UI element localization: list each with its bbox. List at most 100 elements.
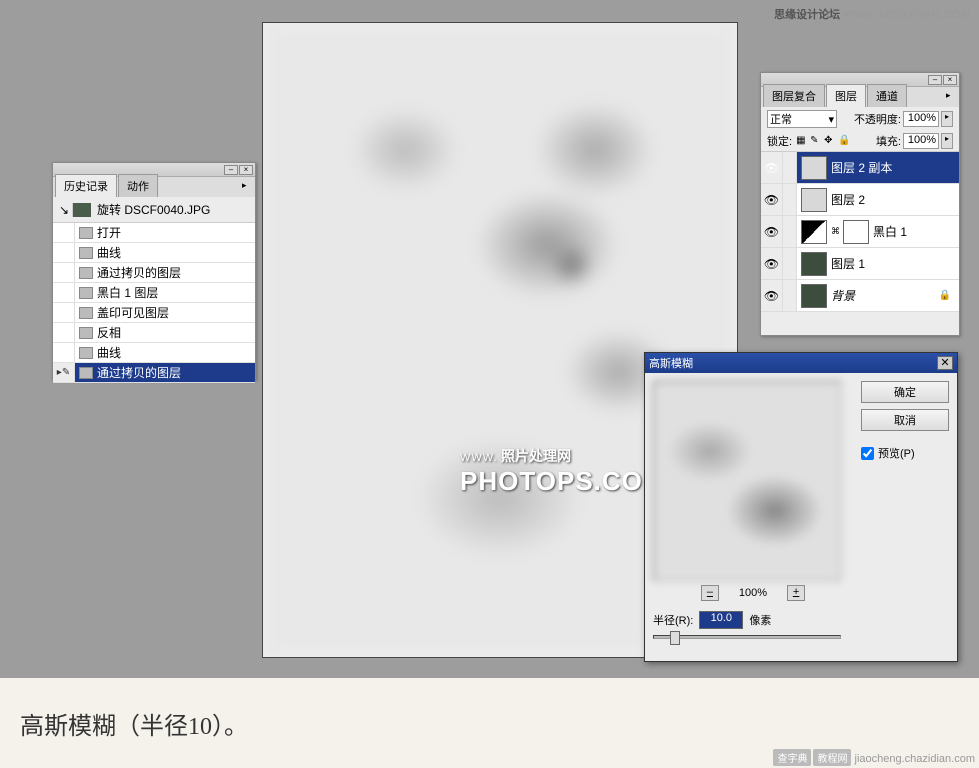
close-icon[interactable]: ✕ [937, 356, 953, 370]
lock-position-icon[interactable]: ✥ [824, 135, 836, 147]
opacity-input[interactable]: 100% [903, 111, 939, 127]
layer-item[interactable]: 👁 图层 2 [761, 184, 959, 216]
history-item[interactable]: 曲线 [53, 343, 255, 363]
layer-thumb-icon [801, 188, 827, 212]
cancel-button[interactable]: 取消 [861, 409, 949, 431]
history-item[interactable]: 打开 [53, 223, 255, 243]
lock-label: 锁定: [767, 133, 792, 149]
history-state-col[interactable] [53, 283, 75, 302]
history-step-icon [79, 367, 93, 379]
workspace: 思缘设计论坛 WWW.MISSYUAN.COM WWW. 照片处理网 PHOTO… [0, 0, 979, 678]
top-watermark: 思缘设计论坛 WWW.MISSYUAN.COM [774, 6, 971, 22]
close-icon[interactable]: × [943, 75, 957, 85]
history-state-col[interactable]: ▸✎ [53, 363, 75, 382]
visibility-toggle[interactable]: 👁 [761, 248, 783, 279]
radius-input[interactable]: 10.0 [699, 611, 743, 629]
history-step-icon [79, 247, 93, 259]
layer-item[interactable]: 👁 图层 2 副本 [761, 152, 959, 184]
canvas-watermark: WWW. 照片处理网 PHOTOPS.COM [460, 446, 666, 497]
history-state-col[interactable] [53, 223, 75, 242]
fill-input[interactable]: 100% [903, 133, 939, 149]
close-icon[interactable]: × [239, 165, 253, 175]
visibility-toggle[interactable]: 👁 [761, 152, 783, 183]
history-state-col[interactable] [53, 263, 75, 282]
lock-icon: 🔒 [939, 290, 951, 301]
layer-name: 图层 2 副本 [831, 159, 892, 176]
layers-tabs: 图层复合 图层 通道 [761, 87, 959, 107]
visibility-toggle[interactable]: 👁 [761, 184, 783, 215]
history-item[interactable]: 曲线 [53, 243, 255, 263]
dialog-titlebar[interactable]: 高斯模糊 ✕ [645, 353, 957, 373]
slider-thumb[interactable] [670, 631, 680, 645]
history-item[interactable]: 通过拷贝的图层 [53, 263, 255, 283]
lock-all-icon[interactable]: 🔒 [838, 135, 850, 147]
preview-checkbox[interactable] [861, 447, 874, 460]
history-state-col[interactable] [53, 303, 75, 322]
fill-flyout-icon[interactable]: ▸ [941, 133, 953, 149]
link-col[interactable] [783, 280, 797, 311]
preview-checkbox-label[interactable]: 预览(P) [861, 445, 949, 461]
link-col[interactable] [783, 216, 797, 247]
link-col[interactable] [783, 184, 797, 215]
minimize-icon[interactable]: – [224, 165, 238, 175]
link-chain-icon[interactable]: ⌘ [831, 226, 839, 237]
tab-channels[interactable]: 通道 [867, 84, 907, 107]
history-list: 打开曲线通过拷贝的图层黑白 1 图层盖印可见图层反相曲线▸✎通过拷贝的图层 [53, 223, 255, 383]
lock-row: 锁定: ▦ ✎ ✥ 🔒 填充: 100% ▸ [761, 131, 959, 152]
history-item-label: 黑白 1 图层 [97, 284, 158, 301]
link-col[interactable] [783, 248, 797, 279]
layer-mask-thumb-icon [843, 220, 869, 244]
tab-layer-comps[interactable]: 图层复合 [763, 84, 825, 107]
history-item-label: 曲线 [97, 344, 121, 361]
history-item[interactable]: ▸✎ 通过拷贝的图层 [53, 363, 255, 383]
history-state-col[interactable] [53, 243, 75, 262]
lock-transparency-icon[interactable]: ▦ [796, 135, 808, 147]
eye-icon: 👁 [764, 257, 779, 271]
layer-name: 图层 2 [831, 191, 865, 208]
layer-thumb-icon [801, 156, 827, 180]
blend-mode-select[interactable]: 正常 ▾ [767, 110, 837, 128]
ok-button[interactable]: 确定 [861, 381, 949, 403]
opacity-label: 不透明度: [854, 111, 901, 127]
opacity-flyout-icon[interactable]: ▸ [941, 111, 953, 127]
history-item-label: 通过拷贝的图层 [97, 364, 181, 381]
gaussian-blur-dialog: 高斯模糊 ✕ – 100% + 半径(R): 10.0 像素 [644, 352, 958, 662]
visibility-toggle[interactable]: 👁 [761, 280, 783, 311]
layers-list: 👁 图层 2 副本 👁 图层 2 👁 ⌘ 黑白 1 👁 图层 1 👁背景🔒 [761, 152, 959, 312]
tutorial-caption: 高斯模糊（半径10）。 [20, 706, 248, 741]
tab-actions[interactable]: 动作 [118, 174, 158, 197]
history-item[interactable]: 反相 [53, 323, 255, 343]
radius-label: 半径(R): [653, 612, 693, 628]
tab-history[interactable]: 历史记录 [55, 174, 117, 197]
history-item-label: 打开 [97, 224, 121, 241]
panel-menu-icon[interactable]: ▸ [242, 180, 252, 190]
history-item-label: 曲线 [97, 244, 121, 261]
history-state-col[interactable] [53, 323, 75, 342]
snapshot-marker[interactable]: ↘ [59, 203, 73, 217]
layer-item[interactable]: 👁背景🔒 [761, 280, 959, 312]
history-item[interactable]: 黑白 1 图层 [53, 283, 255, 303]
history-snapshot[interactable]: ↘ 旋转 DSCF0040.JPG [53, 197, 255, 223]
tab-layers[interactable]: 图层 [826, 84, 866, 107]
filter-preview[interactable] [653, 381, 841, 581]
history-doc-name: 旋转 DSCF0040.JPG [97, 201, 210, 218]
zoom-in-button[interactable]: + [787, 585, 805, 601]
radius-slider[interactable] [653, 635, 841, 639]
layer-name: 黑白 1 [873, 223, 907, 240]
radius-unit: 像素 [749, 612, 771, 628]
fill-label: 填充: [876, 133, 901, 149]
panel-menu-icon[interactable]: ▸ [946, 90, 956, 100]
layer-name: 图层 1 [831, 255, 865, 272]
history-step-icon [79, 327, 93, 339]
history-item[interactable]: 盖印可见图层 [53, 303, 255, 323]
visibility-toggle[interactable]: 👁 [761, 216, 783, 247]
link-col[interactable] [783, 152, 797, 183]
layer-item[interactable]: 👁 图层 1 [761, 248, 959, 280]
lock-pixels-icon[interactable]: ✎ [810, 135, 822, 147]
history-state-col[interactable] [53, 343, 75, 362]
minimize-icon[interactable]: – [928, 75, 942, 85]
zoom-out-button[interactable]: – [701, 585, 719, 601]
history-tabs: 历史记录 动作 [53, 177, 255, 197]
layer-item[interactable]: 👁 ⌘ 黑白 1 [761, 216, 959, 248]
history-panel: – × 历史记录 动作 ▸ ↘ 旋转 DSCF0040.JPG 打开曲线通过拷贝… [52, 162, 256, 380]
